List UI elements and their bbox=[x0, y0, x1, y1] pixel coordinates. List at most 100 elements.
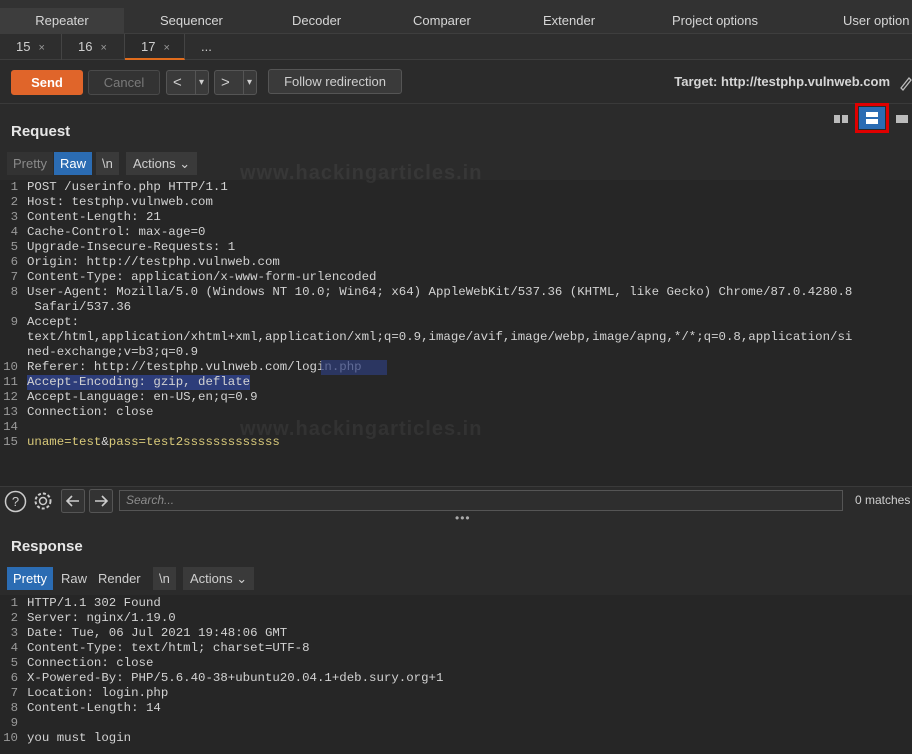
arrow-left-icon[interactable] bbox=[61, 489, 85, 513]
response-title: Response bbox=[11, 538, 83, 555]
line-number: 4 bbox=[10, 641, 18, 655]
arrow-right-icon[interactable] bbox=[89, 489, 113, 513]
help-icon[interactable]: ? bbox=[4, 490, 27, 513]
request-tab-newline[interactable]: \n bbox=[96, 152, 119, 175]
line-number: 8 bbox=[10, 701, 18, 715]
line-text: POST /userinfo.php HTTP/1.1 bbox=[27, 180, 228, 194]
target-label: Target: http://testphp.vulnweb.com bbox=[674, 74, 890, 89]
code-line: ned-exchange;v=b3;q=0.9 bbox=[0, 345, 912, 360]
code-line: 4 Content-Type: text/html; charset=UTF-8 bbox=[0, 641, 912, 656]
close-icon[interactable]: × bbox=[100, 42, 106, 54]
line-text: Safari/537.36 bbox=[27, 300, 132, 314]
watermark: www.hackingarticles.in bbox=[240, 418, 483, 440]
tab-project-options[interactable]: Project options bbox=[672, 8, 758, 34]
tab-decoder[interactable]: Decoder bbox=[292, 8, 341, 34]
line-number: 13 bbox=[3, 405, 18, 419]
follow-redirection-button[interactable]: Follow redirection bbox=[268, 69, 402, 94]
line-number: 10 bbox=[3, 731, 18, 745]
forward-button[interactable]: > ▾ bbox=[214, 70, 257, 95]
line-number: 7 bbox=[10, 686, 18, 700]
request-editor[interactable]: 1 POST /userinfo.php HTTP/1.1 2 Host: test… bbox=[0, 163, 912, 486]
pencil-icon[interactable] bbox=[898, 73, 912, 91]
request-tab-raw[interactable]: Raw bbox=[54, 152, 93, 175]
split-vertical-icon[interactable] bbox=[859, 107, 885, 129]
code-line: 2 Server: nginx/1.19.0 bbox=[0, 611, 912, 626]
repeater-tab-17[interactable]: 17 × bbox=[125, 34, 185, 60]
tab-label: 15 bbox=[16, 39, 31, 54]
body-param: uname=test bbox=[27, 435, 102, 449]
request-actions-menu[interactable]: Actions ⌄ bbox=[126, 152, 198, 175]
line-text: HTTP/1.1 302 Found bbox=[27, 596, 161, 610]
response-tab-pretty[interactable]: Pretty bbox=[7, 567, 53, 590]
code-line: 8 Content-Length: 14 bbox=[0, 701, 912, 716]
chevron-down-icon[interactable]: ▾ bbox=[195, 71, 204, 94]
repeater-tab-16[interactable]: 16 × bbox=[62, 34, 125, 60]
tab-label: 17 bbox=[141, 39, 156, 54]
response-tab-newline[interactable]: \n bbox=[153, 567, 176, 590]
line-number: 3 bbox=[10, 210, 18, 224]
line-number: 2 bbox=[10, 195, 18, 209]
code-line: 10 you must login bbox=[0, 731, 912, 746]
line-number: 9 bbox=[10, 315, 18, 329]
line-text: Content-Type: application/x-www-form-url… bbox=[27, 270, 377, 284]
line-text: Content-Length: 21 bbox=[27, 210, 161, 224]
search-input[interactable]: Search... bbox=[119, 490, 843, 511]
close-icon[interactable]: × bbox=[38, 42, 44, 54]
chevron-right-icon: > bbox=[221, 74, 230, 91]
gear-icon[interactable] bbox=[31, 489, 55, 513]
response-tab-raw[interactable]: Raw bbox=[55, 567, 93, 590]
line-text: Referer: http://testphp.vulnweb.com/logi… bbox=[27, 360, 362, 374]
chevron-down-icon[interactable]: ▾ bbox=[243, 71, 252, 94]
tab-label: ... bbox=[201, 39, 212, 54]
line-number: 14 bbox=[3, 420, 18, 434]
response-tab-render[interactable]: Render bbox=[92, 567, 147, 590]
line-number: 5 bbox=[10, 240, 18, 254]
line-number: 1 bbox=[10, 180, 18, 194]
send-button[interactable]: Send bbox=[11, 70, 83, 95]
tab-user-options[interactable]: User option bbox=[843, 8, 909, 34]
code-line: 2 Host: testphp.vulnweb.com bbox=[0, 195, 912, 210]
code-line: 7 Content-Type: application/x-www-form-ur… bbox=[0, 270, 912, 285]
line-text: Server: nginx/1.19.0 bbox=[27, 611, 176, 625]
line-text: Connection: close bbox=[27, 405, 154, 419]
line-number: 4 bbox=[10, 225, 18, 239]
repeater-tab-15[interactable]: 15 × bbox=[0, 34, 62, 60]
line-text: Origin: http://testphp.vulnweb.com bbox=[27, 255, 280, 269]
line-number: 9 bbox=[10, 716, 18, 730]
tool-tabs: Repeater Sequencer Decoder Comparer Exte… bbox=[0, 0, 912, 34]
tabs-layout-icon[interactable] bbox=[892, 108, 912, 130]
code-line: 5 Connection: close bbox=[0, 656, 912, 671]
toolbar: Send Cancel < ▾ > ▾ Follow redirection T… bbox=[0, 60, 912, 104]
line-text: X-Powered-By: PHP/5.6.40-38+ubuntu20.04.… bbox=[27, 671, 444, 685]
line-number: 5 bbox=[10, 656, 18, 670]
code-line: text/html,application/xhtml+xml,applicat… bbox=[0, 330, 912, 345]
code-line: 3 Content-Length: 21 bbox=[0, 210, 912, 225]
line-text: Connection: close bbox=[27, 656, 154, 670]
code-line: 9 bbox=[0, 716, 912, 731]
tab-repeater[interactable]: Repeater bbox=[0, 8, 124, 34]
tab-extender[interactable]: Extender bbox=[543, 8, 595, 34]
line-number: 10 bbox=[3, 360, 18, 374]
watermark: www.hackingarticles.in bbox=[240, 162, 483, 184]
code-line: 6 X-Powered-By: PHP/5.6.40-38+ubuntu20.04… bbox=[0, 671, 912, 686]
request-tab-pretty[interactable]: Pretty bbox=[7, 152, 53, 175]
line-text: ned-exchange;v=b3;q=0.9 bbox=[27, 345, 199, 359]
code-line: 9 Accept: bbox=[0, 315, 912, 330]
cancel-button[interactable]: Cancel bbox=[88, 70, 160, 95]
line-text: text/html,application/xhtml+xml,applicat… bbox=[27, 330, 853, 344]
chevron-left-icon: < bbox=[173, 74, 182, 91]
line-text: Date: Tue, 06 Jul 2021 19:48:06 GMT bbox=[27, 626, 288, 640]
tab-comparer[interactable]: Comparer bbox=[413, 8, 471, 34]
back-button[interactable]: < ▾ bbox=[166, 70, 209, 95]
response-actions-menu[interactable]: Actions ⌄ bbox=[183, 567, 255, 590]
tab-sequencer[interactable]: Sequencer bbox=[160, 8, 223, 34]
text-selection bbox=[321, 360, 387, 375]
close-icon[interactable]: × bbox=[163, 42, 169, 54]
panel-splitter-handle[interactable]: ••• bbox=[455, 511, 471, 525]
code-line: 1 HTTP/1.1 302 Found bbox=[0, 596, 912, 611]
new-tab-button[interactable]: ... bbox=[185, 34, 227, 60]
code-line: 10 Referer: http://testphp.vulnweb.com/lo… bbox=[0, 360, 912, 375]
split-horizontal-icon[interactable] bbox=[830, 108, 852, 130]
response-editor[interactable]: 1 HTTP/1.1 302 Found 2 Server: nginx/1.19.… bbox=[0, 595, 912, 754]
line-text: Accept-Language: en-US,en;q=0.9 bbox=[27, 390, 258, 404]
